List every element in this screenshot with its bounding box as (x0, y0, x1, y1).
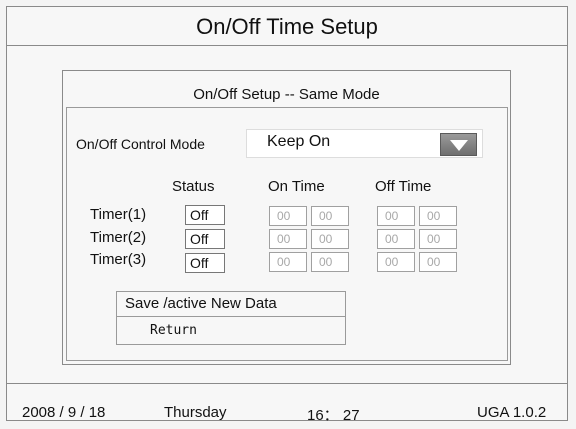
timer-2-off-minute-field[interactable]: 00 (419, 229, 457, 249)
timer-2-on-hour-field[interactable]: 00 (269, 229, 307, 249)
timer-1-off-minute-field[interactable]: 00 (419, 206, 457, 226)
timer-1-off-hour-field[interactable]: 00 (377, 206, 415, 226)
timer-3-label: Timer(3) (90, 251, 147, 268)
timer-1-label: Timer(1) (90, 206, 147, 223)
column-header-on-time: On Time (268, 178, 325, 195)
timer-1-status-field[interactable]: Off (185, 205, 225, 225)
save-active-button[interactable]: Save /active New Data (116, 291, 346, 317)
timer-3-on-hour-field[interactable]: 00 (269, 252, 307, 272)
timer-3-off-hour-field[interactable]: 00 (377, 252, 415, 272)
timer-2-label: Timer(2) (90, 229, 147, 246)
mode-label: On/Off Control Mode (76, 136, 205, 152)
timer-2-on-minute-field[interactable]: 00 (311, 229, 349, 249)
mode-dropdown-value[interactable]: Keep On (267, 133, 330, 151)
column-header-status: Status (172, 178, 215, 195)
timer-3-on-minute-field[interactable]: 00 (311, 252, 349, 272)
dropdown-arrow-icon[interactable] (440, 133, 477, 156)
title-bar: On/Off Time Setup (6, 6, 568, 46)
status-bar: 2008 / 9 / 18 Thursday 16： 27 UGA 1.0.2 (6, 383, 568, 424)
timer-2-status-field[interactable]: Off (185, 229, 225, 249)
column-header-off-time: Off Time (375, 178, 432, 195)
dialog-title: On/Off Setup -- Same Mode (193, 86, 380, 103)
timer-3-status-field[interactable]: Off (185, 253, 225, 273)
timer-1-on-hour-field[interactable]: 00 (269, 206, 307, 226)
timer-1-on-minute-field[interactable]: 00 (311, 206, 349, 226)
timer-2-off-hour-field[interactable]: 00 (377, 229, 415, 249)
return-button[interactable]: Return (116, 317, 346, 345)
status-time: 16： 27 (307, 407, 360, 424)
page-title: On/Off Time Setup (196, 14, 378, 39)
status-date: 2008 / 9 / 18 (22, 404, 106, 421)
timer-3-off-minute-field[interactable]: 00 (419, 252, 457, 272)
status-version: UGA 1.0.2 (477, 404, 547, 421)
status-weekday: Thursday (164, 404, 227, 421)
